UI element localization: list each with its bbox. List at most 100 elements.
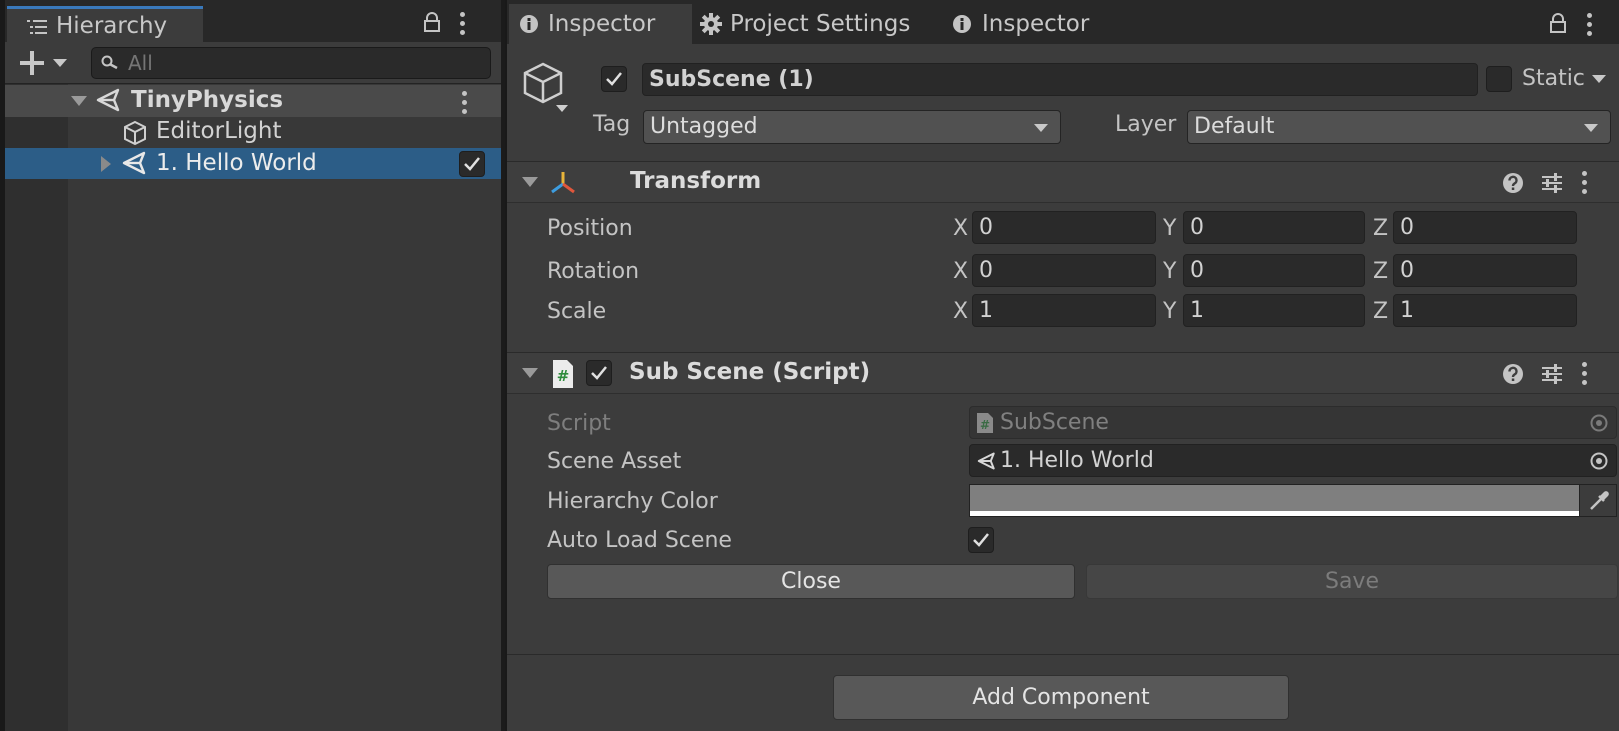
rotation-x-field[interactable]: 0 [972, 254, 1156, 287]
hierarchy-item-label: EditorLight [156, 118, 282, 144]
axis-x-label[interactable]: X [953, 299, 968, 324]
help-icon[interactable] [1502, 172, 1524, 194]
position-x-field[interactable]: 0 [972, 211, 1156, 244]
checkmark-icon [606, 72, 622, 86]
save-button[interactable]: Save [1086, 564, 1618, 599]
hierarchy-row-editorlight[interactable]: EditorLight [5, 116, 505, 148]
field-value: 0 [979, 258, 993, 283]
alpha-bar [970, 511, 1580, 516]
inspector-tab-bar: Inspector Project Settings Inspector [507, 0, 1619, 44]
scale-z-field[interactable]: 1 [1393, 294, 1577, 327]
field-value: 0 [1400, 258, 1414, 283]
scale-x-field[interactable]: 1 [972, 294, 1156, 327]
plus-icon [20, 51, 44, 75]
axis-y-label[interactable]: Y [1163, 299, 1176, 324]
inspector-menu-icon[interactable] [1587, 13, 1593, 40]
help-icon[interactable] [1502, 363, 1524, 385]
axis-x-label[interactable]: X [953, 259, 968, 284]
lock-icon[interactable] [1549, 13, 1567, 33]
checkmark-icon [973, 533, 989, 547]
info-icon [953, 15, 971, 33]
scale-y-field[interactable]: 1 [1183, 294, 1365, 327]
hierarchy-tab[interactable]: Hierarchy [7, 6, 203, 42]
hierarchy-row-hello-world[interactable]: 1. Hello World [5, 148, 505, 179]
foldout-expanded-icon[interactable] [71, 96, 87, 106]
axis-z-label[interactable]: Z [1373, 216, 1388, 241]
layer-dropdown[interactable]: Default [1187, 110, 1611, 144]
scene-asset-field[interactable]: 1. Hello World [969, 444, 1617, 477]
auto-load-checkbox[interactable] [968, 527, 994, 553]
rotation-y-field[interactable]: 0 [1183, 254, 1365, 287]
hierarchy-toolbar [5, 42, 505, 84]
checkmark-icon [464, 157, 480, 171]
tab-label: Project Settings [730, 11, 911, 37]
eyedropper-button[interactable] [1579, 485, 1616, 516]
add-component-button[interactable]: Add Component [833, 675, 1289, 720]
unity-scene-icon [96, 88, 120, 112]
object-name-field[interactable]: SubScene (1) [642, 63, 1478, 96]
svg-text:#: # [980, 418, 990, 432]
panel-splitter[interactable] [501, 0, 505, 731]
active-checkbox[interactable] [601, 66, 627, 92]
axis-z-label[interactable]: Z [1373, 259, 1388, 284]
transform-header[interactable]: Transform [507, 161, 1619, 203]
tab-label: Inspector [982, 11, 1090, 37]
tab-label: Inspector [548, 11, 656, 37]
hierarchy-search[interactable] [91, 47, 491, 79]
chevron-down-icon [53, 59, 67, 67]
axis-z-label[interactable]: Z [1373, 299, 1388, 324]
component-menu-icon[interactable] [1582, 171, 1588, 198]
preset-sliders-icon[interactable] [1541, 363, 1563, 385]
csharp-script-icon: # [977, 413, 993, 433]
gameobject-cube-icon [124, 120, 146, 146]
search-input[interactable] [128, 50, 478, 76]
scene-menu-icon[interactable] [462, 91, 468, 118]
gameobject-cube-icon[interactable] [523, 62, 569, 114]
scene-asset-label: Scene Asset [547, 449, 682, 474]
component-enabled-checkbox[interactable] [586, 360, 612, 386]
static-label: Static [1522, 66, 1585, 91]
hierarchy-tab-label: Hierarchy [56, 13, 168, 39]
chevron-down-icon [1034, 124, 1048, 132]
unity-scene-icon [122, 151, 146, 175]
object-picker-icon[interactable] [1590, 452, 1608, 470]
axis-x-label[interactable]: X [953, 216, 968, 241]
tag-value: Untagged [650, 114, 758, 139]
foldout-expanded-icon[interactable] [522, 177, 538, 187]
layer-value: Default [1194, 114, 1275, 139]
field-value: 0 [1190, 258, 1204, 283]
static-checkbox[interactable] [1486, 66, 1512, 92]
hierarchy-color-field[interactable] [969, 484, 1617, 517]
position-y-field[interactable]: 0 [1183, 211, 1365, 244]
preset-sliders-icon[interactable] [1541, 172, 1563, 194]
subscene-load-checkbox[interactable] [459, 151, 485, 177]
script-field[interactable]: # SubScene [969, 406, 1617, 439]
axis-y-label[interactable]: Y [1163, 259, 1176, 284]
subscene-header[interactable]: # Sub Scene (Script) [507, 352, 1619, 394]
foldout-expanded-icon[interactable] [522, 368, 538, 378]
tab-inspector[interactable]: Inspector [509, 4, 692, 44]
hierarchy-row-scene[interactable]: TinyPhysics [5, 85, 505, 117]
position-label: Position [547, 216, 633, 241]
foldout-collapsed-icon[interactable] [101, 156, 111, 172]
tag-dropdown[interactable]: Untagged [643, 110, 1061, 144]
hierarchy-item-label: TinyPhysics [131, 87, 284, 113]
create-button[interactable] [17, 48, 73, 78]
rotation-z-field[interactable]: 0 [1393, 254, 1577, 287]
lock-icon[interactable] [423, 12, 441, 32]
tab-project-settings[interactable]: Project Settings [692, 4, 942, 44]
tab-inspector-2[interactable]: Inspector [942, 4, 1112, 44]
static-dropdown-icon[interactable] [1592, 75, 1606, 83]
axis-y-label[interactable]: Y [1163, 216, 1176, 241]
object-picker-icon[interactable] [1590, 414, 1608, 432]
hierarchy-item-label: 1. Hello World [156, 150, 317, 176]
subscene-title: Sub Scene (Script) [629, 359, 871, 385]
scene-asset-value: 1. Hello World [1000, 448, 1154, 473]
transform-icon [551, 172, 575, 194]
hierarchy-menu-icon[interactable] [460, 12, 466, 39]
position-z-field[interactable]: 0 [1393, 211, 1577, 244]
close-button[interactable]: Close [547, 564, 1075, 599]
field-value: 1 [979, 298, 993, 323]
component-menu-icon[interactable] [1582, 362, 1588, 389]
unity-scene-icon [977, 452, 995, 470]
